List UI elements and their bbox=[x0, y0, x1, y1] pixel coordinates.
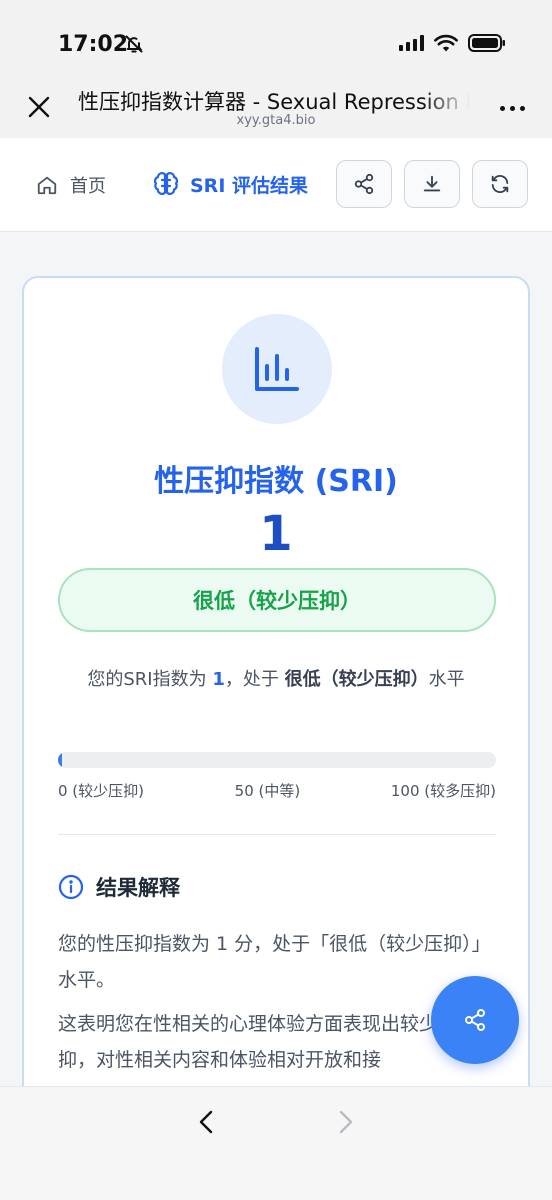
explanation-header: 结果解释 bbox=[58, 872, 180, 902]
refresh-icon bbox=[491, 175, 509, 193]
info-icon bbox=[58, 874, 84, 900]
desc-score: 1 bbox=[212, 669, 225, 690]
status-bar: 17:02 bbox=[0, 0, 552, 78]
browser-bottom-bar bbox=[0, 1086, 552, 1200]
browser-title: 性压抑指数计算器 - Sexual Repression Index bbox=[78, 90, 470, 114]
share-button[interactable] bbox=[336, 160, 392, 208]
content-area: 性压抑指数 (SRI) 1 很低（较少压抑） 您的SRI指数为 1，处于 很低（… bbox=[0, 232, 552, 1086]
desc-prefix: 您的SRI指数为 bbox=[87, 669, 213, 690]
browser-url: xyy.gta4.bio bbox=[236, 113, 316, 128]
home-icon bbox=[37, 176, 57, 195]
home-link[interactable]: 首页 bbox=[36, 172, 106, 198]
battery-icon bbox=[468, 34, 505, 52]
desc-middle: ，处于 bbox=[224, 669, 285, 690]
brain-icon bbox=[153, 172, 179, 195]
download-button[interactable] bbox=[404, 160, 460, 208]
status-icons bbox=[399, 34, 506, 52]
home-label: 首页 bbox=[70, 176, 106, 197]
sri-progress-fill bbox=[58, 752, 63, 768]
browser-header: 性压抑指数计算器 - Sexual Repression Index xyy.g… bbox=[0, 78, 552, 138]
result-card: 性压抑指数 (SRI) 1 很低（较少压抑） 您的SRI指数为 1，处于 很低（… bbox=[22, 276, 530, 1086]
desc-suffix: 水平 bbox=[428, 669, 465, 690]
more-icon[interactable] bbox=[494, 96, 530, 120]
level-badge: 很低（较少压抑） bbox=[58, 568, 496, 632]
sri-progress-bar bbox=[58, 752, 496, 768]
cellular-signal-icon bbox=[399, 35, 424, 51]
chart-badge bbox=[222, 314, 332, 424]
explanation-heading: 结果解释 bbox=[96, 876, 180, 900]
scale-max-label: 100 (较多压抑) bbox=[390, 782, 496, 800]
sri-nav-label: SRI 评估结果 bbox=[190, 174, 308, 197]
download-icon bbox=[423, 175, 441, 192]
sri-results-link[interactable]: SRI 评估结果 bbox=[152, 170, 308, 198]
wifi-icon bbox=[434, 34, 458, 52]
sri-title: 性压抑指数 (SRI) bbox=[154, 464, 398, 499]
floating-share-button[interactable] bbox=[431, 976, 519, 1064]
scale-mid-label: 50 (中等) bbox=[234, 782, 301, 800]
status-time: 17:02 bbox=[58, 32, 129, 57]
divider bbox=[58, 834, 496, 835]
chevron-left-icon[interactable] bbox=[190, 1105, 224, 1139]
phone-screen: 17:02 性压抑指数计算器 - Sexual Repression In bbox=[0, 0, 552, 1200]
scale-labels: 0 (较少压抑) 50 (中等) 100 (较多压抑) bbox=[58, 780, 496, 801]
sri-score: 1 bbox=[259, 506, 293, 562]
scale-min-label: 0 (较少压抑) bbox=[58, 782, 145, 800]
refresh-button[interactable] bbox=[472, 160, 528, 208]
site-nav: 首页 SRI 评估结果 bbox=[0, 138, 552, 232]
bar-chart-icon bbox=[255, 347, 299, 391]
share-icon bbox=[354, 173, 374, 195]
desc-level: 很低（较少压抑） bbox=[284, 669, 429, 690]
bell-off-icon bbox=[125, 35, 143, 53]
chevron-right-icon[interactable] bbox=[328, 1105, 362, 1139]
result-description: 您的SRI指数为 1，处于 很低（较少压抑）水平 bbox=[54, 664, 498, 696]
share-icon bbox=[465, 1009, 485, 1031]
explanation-paragraph-1: 您的性压抑指数为 1 分，处于「很低（较少压抑）」水平。 bbox=[58, 933, 491, 991]
